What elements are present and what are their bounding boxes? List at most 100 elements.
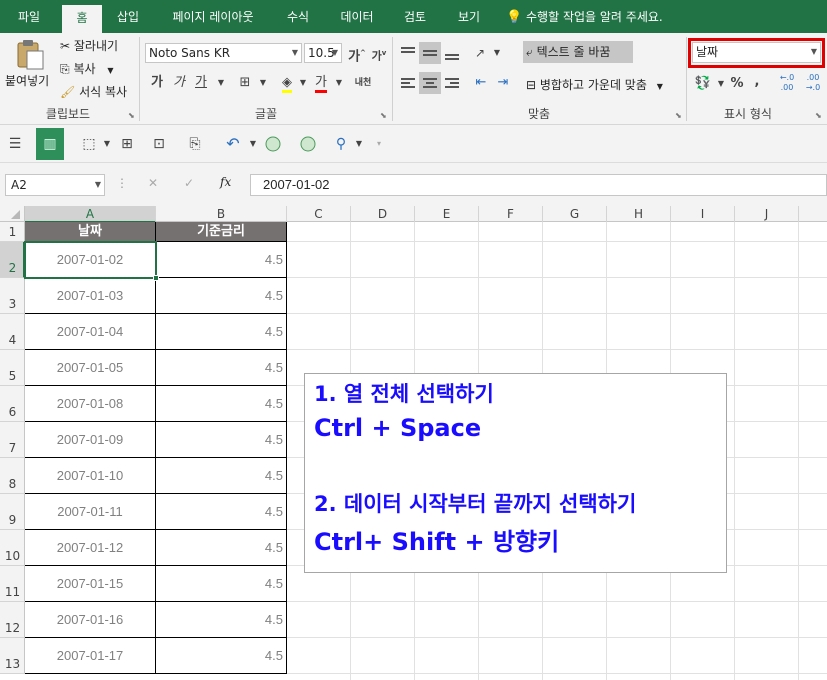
row-header-4[interactable]: 4 <box>0 314 25 350</box>
table-cell-rate[interactable]: 4.5 <box>156 242 287 278</box>
comma-button[interactable]: , <box>746 71 768 93</box>
table-cell-date[interactable]: 2007-01-12 <box>25 530 156 566</box>
row-header-12[interactable]: 12 <box>0 602 25 638</box>
chevron-down-icon[interactable]: ▼ <box>328 72 350 94</box>
paste-label[interactable]: 붙여넣기 <box>5 72 49 89</box>
column-header-c[interactable]: C <box>287 206 351 222</box>
column-header-i[interactable]: I <box>671 206 735 222</box>
table-cell-date[interactable]: 2007-01-16 <box>25 602 156 638</box>
align-bottom-icon[interactable] <box>441 42 463 64</box>
fill-handle[interactable] <box>153 275 159 281</box>
font-name-dropdown[interactable]: Noto Sans KR ▼ <box>145 43 302 63</box>
increase-font-icon[interactable]: 가^ <box>346 42 368 64</box>
fx-icon[interactable]: fx <box>220 175 231 189</box>
copy-button[interactable]: ⎘ 복사 ▼ <box>60 60 114 77</box>
more-icon[interactable]: ▾ <box>366 131 392 157</box>
table-cell-rate[interactable]: 4.5 <box>156 566 287 602</box>
row-header-10[interactable]: 10 <box>0 530 25 566</box>
italic-button[interactable]: 가 <box>168 72 190 94</box>
table-cell-rate[interactable]: 4.5 <box>156 314 287 350</box>
decrease-indent-icon[interactable]: ⇤ <box>470 72 492 94</box>
column-header-d[interactable]: D <box>351 206 415 222</box>
align-left-icon[interactable] <box>397 72 419 94</box>
tab-review[interactable]: 검토 <box>394 0 436 33</box>
enter-icon[interactable]: ✓ <box>184 176 194 190</box>
table-cell-rate[interactable]: 4.5 <box>156 422 287 458</box>
dialog-launcher-icon[interactable]: ⬊ <box>675 111 682 120</box>
column-header-b[interactable]: B <box>156 206 287 222</box>
circle-icon[interactable] <box>260 131 286 157</box>
table-icon[interactable]: ⊞ <box>114 131 140 157</box>
format-painter-button[interactable]: 🖌 서식 복사 <box>60 83 127 100</box>
align-top-icon[interactable] <box>397 42 419 64</box>
column-header-j[interactable]: J <box>735 206 799 222</box>
form-icon[interactable]: ☰ <box>2 131 28 157</box>
align-middle-icon[interactable] <box>419 42 441 64</box>
column-header-g[interactable]: G <box>543 206 607 222</box>
table-cell-date[interactable]: 2007-01-17 <box>25 638 156 674</box>
row-header-11[interactable]: 11 <box>0 566 25 602</box>
table-cell-rate[interactable]: 4.5 <box>156 278 287 314</box>
tab-home[interactable]: 홈 <box>62 5 102 33</box>
tab-view[interactable]: 보기 <box>448 0 490 33</box>
table-cell-date[interactable]: 2007-01-04 <box>25 314 156 350</box>
font-size-dropdown[interactable]: 10.5 ▼ <box>304 43 342 63</box>
column-header-h[interactable]: H <box>607 206 671 222</box>
table-cell-date[interactable]: 2007-01-15 <box>25 566 156 602</box>
table-header-date[interactable]: 날짜 <box>25 222 156 242</box>
number-format-dropdown[interactable]: 날짜 ▼ <box>692 42 821 63</box>
table-cell-rate[interactable]: 4.5 <box>156 350 287 386</box>
row-header-1[interactable]: 1 <box>0 222 25 242</box>
wrap-text-button[interactable]: ⤶ 텍스트 줄 바꿈 <box>523 41 633 63</box>
tab-page-layout[interactable]: 페이지 레이아웃 <box>160 0 266 33</box>
align-center-icon[interactable] <box>419 72 441 94</box>
chevron-down-icon[interactable]: ▼ <box>486 42 508 64</box>
formula-input[interactable]: 2007-01-02 <box>250 174 827 196</box>
increase-indent-icon[interactable]: ⇥ <box>492 72 514 94</box>
select-column-icon[interactable]: ▥ <box>36 128 64 160</box>
dialog-launcher-icon[interactable]: ⬊ <box>380 111 387 120</box>
merge-center-button[interactable]: ⊟ 병합하고 가운데 맞춤 ▼ <box>526 76 663 93</box>
table-cell-rate[interactable]: 4.5 <box>156 530 287 566</box>
tab-insert[interactable]: 삽입 <box>108 0 148 33</box>
tab-data[interactable]: 데이터 <box>330 0 384 33</box>
table-cell-rate[interactable]: 4.5 <box>156 494 287 530</box>
row-header-8[interactable]: 8 <box>0 458 25 494</box>
name-box[interactable]: A2 ▼ <box>5 174 105 196</box>
table-cell-rate[interactable]: 4.5 <box>156 602 287 638</box>
bold-button[interactable]: 가 <box>146 72 168 94</box>
row-header-5[interactable]: 5 <box>0 350 25 386</box>
table-cell-date[interactable]: 2007-01-11 <box>25 494 156 530</box>
row-header-2[interactable]: 2 <box>0 242 25 278</box>
column-header-f[interactable]: F <box>479 206 543 222</box>
instruction-text-box[interactable]: 1. 열 전체 선택하기 Ctrl + Space 2. 데이터 시작부터 끝까… <box>304 373 727 573</box>
select-all-corner[interactable] <box>0 206 25 222</box>
cancel-icon[interactable]: ✕ <box>148 176 158 190</box>
row-header-3[interactable]: 3 <box>0 278 25 314</box>
tab-file[interactable]: 파일 <box>4 0 54 33</box>
row-header-13[interactable]: 13 <box>0 638 25 674</box>
table-cell-date[interactable]: 2007-01-09 <box>25 422 156 458</box>
table-cell-rate[interactable]: 4.5 <box>156 386 287 422</box>
table-cell-date[interactable]: 2007-01-08 <box>25 386 156 422</box>
chart-icon[interactable]: ⎘ <box>182 131 208 157</box>
table-cell-date[interactable]: 2007-01-10 <box>25 458 156 494</box>
table-cell-rate[interactable]: 4.5 <box>156 638 287 674</box>
underline-button[interactable]: 가 <box>190 72 212 94</box>
align-right-icon[interactable] <box>441 72 463 94</box>
cut-button[interactable]: ✂ 잘라내기 <box>60 37 118 54</box>
circle-icon[interactable] <box>295 131 321 157</box>
dialog-launcher-icon[interactable]: ⬊ <box>815 111 822 120</box>
decrease-decimal-icon[interactable]: .00 →.0 <box>802 73 824 95</box>
increase-decimal-icon[interactable]: ←.0.00 <box>776 73 798 95</box>
decrease-font-icon[interactable]: 가v <box>368 42 390 64</box>
row-header-6[interactable]: 6 <box>0 386 25 422</box>
table-cell-rate[interactable]: 4.5 <box>156 458 287 494</box>
tell-me-box[interactable]: 💡 수행할 작업을 알려 주세요. <box>506 0 686 33</box>
chevron-down-icon[interactable]: ▼ <box>252 72 274 94</box>
table-cell-date[interactable]: 2007-01-05 <box>25 350 156 386</box>
column-header-e[interactable]: E <box>415 206 479 222</box>
table-header-rate[interactable]: 기준금리 <box>156 222 287 242</box>
table-cell-date[interactable]: 2007-01-03 <box>25 278 156 314</box>
chevron-down-icon[interactable]: ▼ <box>210 72 232 94</box>
